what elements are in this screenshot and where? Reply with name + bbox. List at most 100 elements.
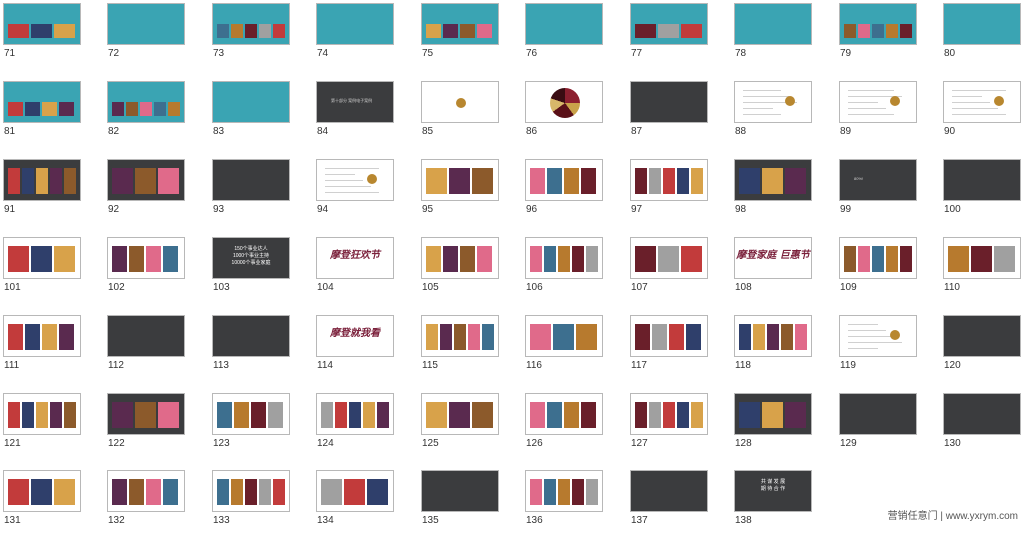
slide-preview[interactable] [3, 315, 81, 357]
slide-thumbnail-71[interactable]: 71 [0, 0, 104, 77]
slide-preview[interactable] [525, 237, 603, 279]
slide-thumbnail-135[interactable]: 135 [418, 467, 522, 544]
slide-thumbnail-96[interactable]: 96 [522, 156, 626, 233]
slide-thumbnail-79[interactable]: 79 [836, 0, 940, 77]
slide-thumbnail-84[interactable]: 第十部分 案例电子案例 84 [313, 78, 417, 155]
slide-thumbnail-90[interactable]: 90 [940, 78, 1024, 155]
slide-preview[interactable] [525, 315, 603, 357]
slide-preview[interactable] [525, 3, 603, 45]
slide-preview[interactable] [839, 81, 917, 123]
slide-thumbnail-107[interactable]: 107 [627, 234, 731, 311]
slide-preview[interactable]: 摩登家庭 巨惠节 [734, 237, 812, 279]
slide-preview[interactable] [839, 3, 917, 45]
slide-preview[interactable]: 共 谋 发 展 期 待 合 作 [734, 470, 812, 512]
slide-thumbnail-72[interactable]: 72 [104, 0, 208, 77]
slide-thumbnail-128[interactable]: 128 [731, 390, 835, 467]
slide-thumbnail-78[interactable]: 78 [731, 0, 835, 77]
slide-thumbnail-138[interactable]: 共 谋 发 展 期 待 合 作 138 [731, 467, 835, 544]
slide-thumbnail-91[interactable]: 91 [0, 156, 104, 233]
slide-preview[interactable] [421, 470, 499, 512]
slide-thumbnail-120[interactable]: 120 [940, 312, 1024, 389]
slide-preview[interactable] [734, 315, 812, 357]
slide-preview[interactable] [107, 3, 185, 45]
slide-preview[interactable] [3, 159, 81, 201]
slide-preview[interactable] [421, 237, 499, 279]
slide-thumbnail-137[interactable]: 137 [627, 467, 731, 544]
slide-thumbnail-86[interactable]: 86 [522, 78, 626, 155]
slide-thumbnail-103[interactable]: 150个事业达人 1000个事业主持 10000个事业家庭 103 [209, 234, 313, 311]
slide-preview[interactable]: 摩登就我看 [316, 315, 394, 357]
slide-preview[interactable] [107, 81, 185, 123]
slide-preview[interactable] [3, 470, 81, 512]
slide-preview[interactable] [316, 470, 394, 512]
slide-thumbnail-100[interactable]: 100 [940, 156, 1024, 233]
slide-preview[interactable] [421, 81, 499, 123]
slide-thumbnail-85[interactable]: 85 [418, 78, 522, 155]
slide-thumbnail-98[interactable]: 98 [731, 156, 835, 233]
slide-preview[interactable] [107, 393, 185, 435]
slide-preview[interactable] [630, 81, 708, 123]
slide-preview[interactable] [734, 3, 812, 45]
slide-thumbnail-126[interactable]: 126 [522, 390, 626, 467]
slide-preview[interactable] [525, 470, 603, 512]
slide-preview[interactable] [525, 159, 603, 201]
slide-preview[interactable] [630, 393, 708, 435]
slide-preview[interactable] [525, 81, 603, 123]
slide-preview[interactable] [734, 393, 812, 435]
slide-thumbnail-123[interactable]: 123 [209, 390, 313, 467]
slide-preview[interactable] [943, 3, 1021, 45]
slide-thumbnail-97[interactable]: 97 [627, 156, 731, 233]
slide-preview[interactable] [421, 3, 499, 45]
slide-thumbnail-104[interactable]: 摩登狂欢节 104 [313, 234, 417, 311]
slide-preview[interactable] [212, 3, 290, 45]
slide-thumbnail-108[interactable]: 摩登家庭 巨惠节 108 [731, 234, 835, 311]
slide-preview[interactable] [630, 159, 708, 201]
slide-preview[interactable] [3, 81, 81, 123]
slide-thumbnail-105[interactable]: 105 [418, 234, 522, 311]
slide-thumbnail-101[interactable]: 101 [0, 234, 104, 311]
slide-preview[interactable] [421, 315, 499, 357]
slide-preview[interactable] [212, 159, 290, 201]
slide-preview[interactable] [734, 159, 812, 201]
slide-preview[interactable] [943, 393, 1021, 435]
slide-thumbnail-106[interactable]: 106 [522, 234, 626, 311]
slide-thumbnail-111[interactable]: 111 [0, 312, 104, 389]
slide-thumbnail-75[interactable]: 75 [418, 0, 522, 77]
slide-preview[interactable] [839, 315, 917, 357]
slide-thumbnail-77[interactable]: 77 [627, 0, 731, 77]
slide-preview[interactable] [212, 393, 290, 435]
slide-thumbnail-116[interactable]: 116 [522, 312, 626, 389]
slide-thumbnail-118[interactable]: 118 [731, 312, 835, 389]
slide-thumbnail-129[interactable]: 129 [836, 390, 940, 467]
slide-thumbnail-95[interactable]: 95 [418, 156, 522, 233]
slide-preview[interactable] [212, 470, 290, 512]
slide-thumbnail-76[interactable]: 76 [522, 0, 626, 77]
slide-preview[interactable]: 摩登狂欢节 [316, 237, 394, 279]
slide-thumbnail-134[interactable]: 134 [313, 467, 417, 544]
slide-preview[interactable] [630, 315, 708, 357]
slide-thumbnail-89[interactable]: 89 [836, 78, 940, 155]
slide-thumbnail-132[interactable]: 132 [104, 467, 208, 544]
slide-preview[interactable] [3, 237, 81, 279]
slide-thumbnail-131[interactable]: 131 [0, 467, 104, 544]
slide-thumbnail-74[interactable]: 74 [313, 0, 417, 77]
slide-thumbnail-121[interactable]: 121 [0, 390, 104, 467]
slide-thumbnail-93[interactable]: 93 [209, 156, 313, 233]
slide-preview[interactable] [316, 3, 394, 45]
slide-preview[interactable] [943, 81, 1021, 123]
slide-preview[interactable] [839, 393, 917, 435]
slide-thumbnail-73[interactable]: 73 [209, 0, 313, 77]
slide-thumbnail-127[interactable]: 127 [627, 390, 731, 467]
slide-preview[interactable] [212, 81, 290, 123]
slide-preview[interactable] [943, 159, 1021, 201]
slide-thumbnail-102[interactable]: 102 [104, 234, 208, 311]
slide-preview[interactable] [421, 393, 499, 435]
slide-preview[interactable] [316, 159, 394, 201]
slide-thumbnail-92[interactable]: 92 [104, 156, 208, 233]
slide-preview[interactable] [839, 237, 917, 279]
slide-thumbnail-82[interactable]: 82 [104, 78, 208, 155]
slide-thumbnail-109[interactable]: 109 [836, 234, 940, 311]
slide-thumbnail-136[interactable]: 136 [522, 467, 626, 544]
slide-preview[interactable] [943, 237, 1021, 279]
slide-preview[interactable] [630, 3, 708, 45]
